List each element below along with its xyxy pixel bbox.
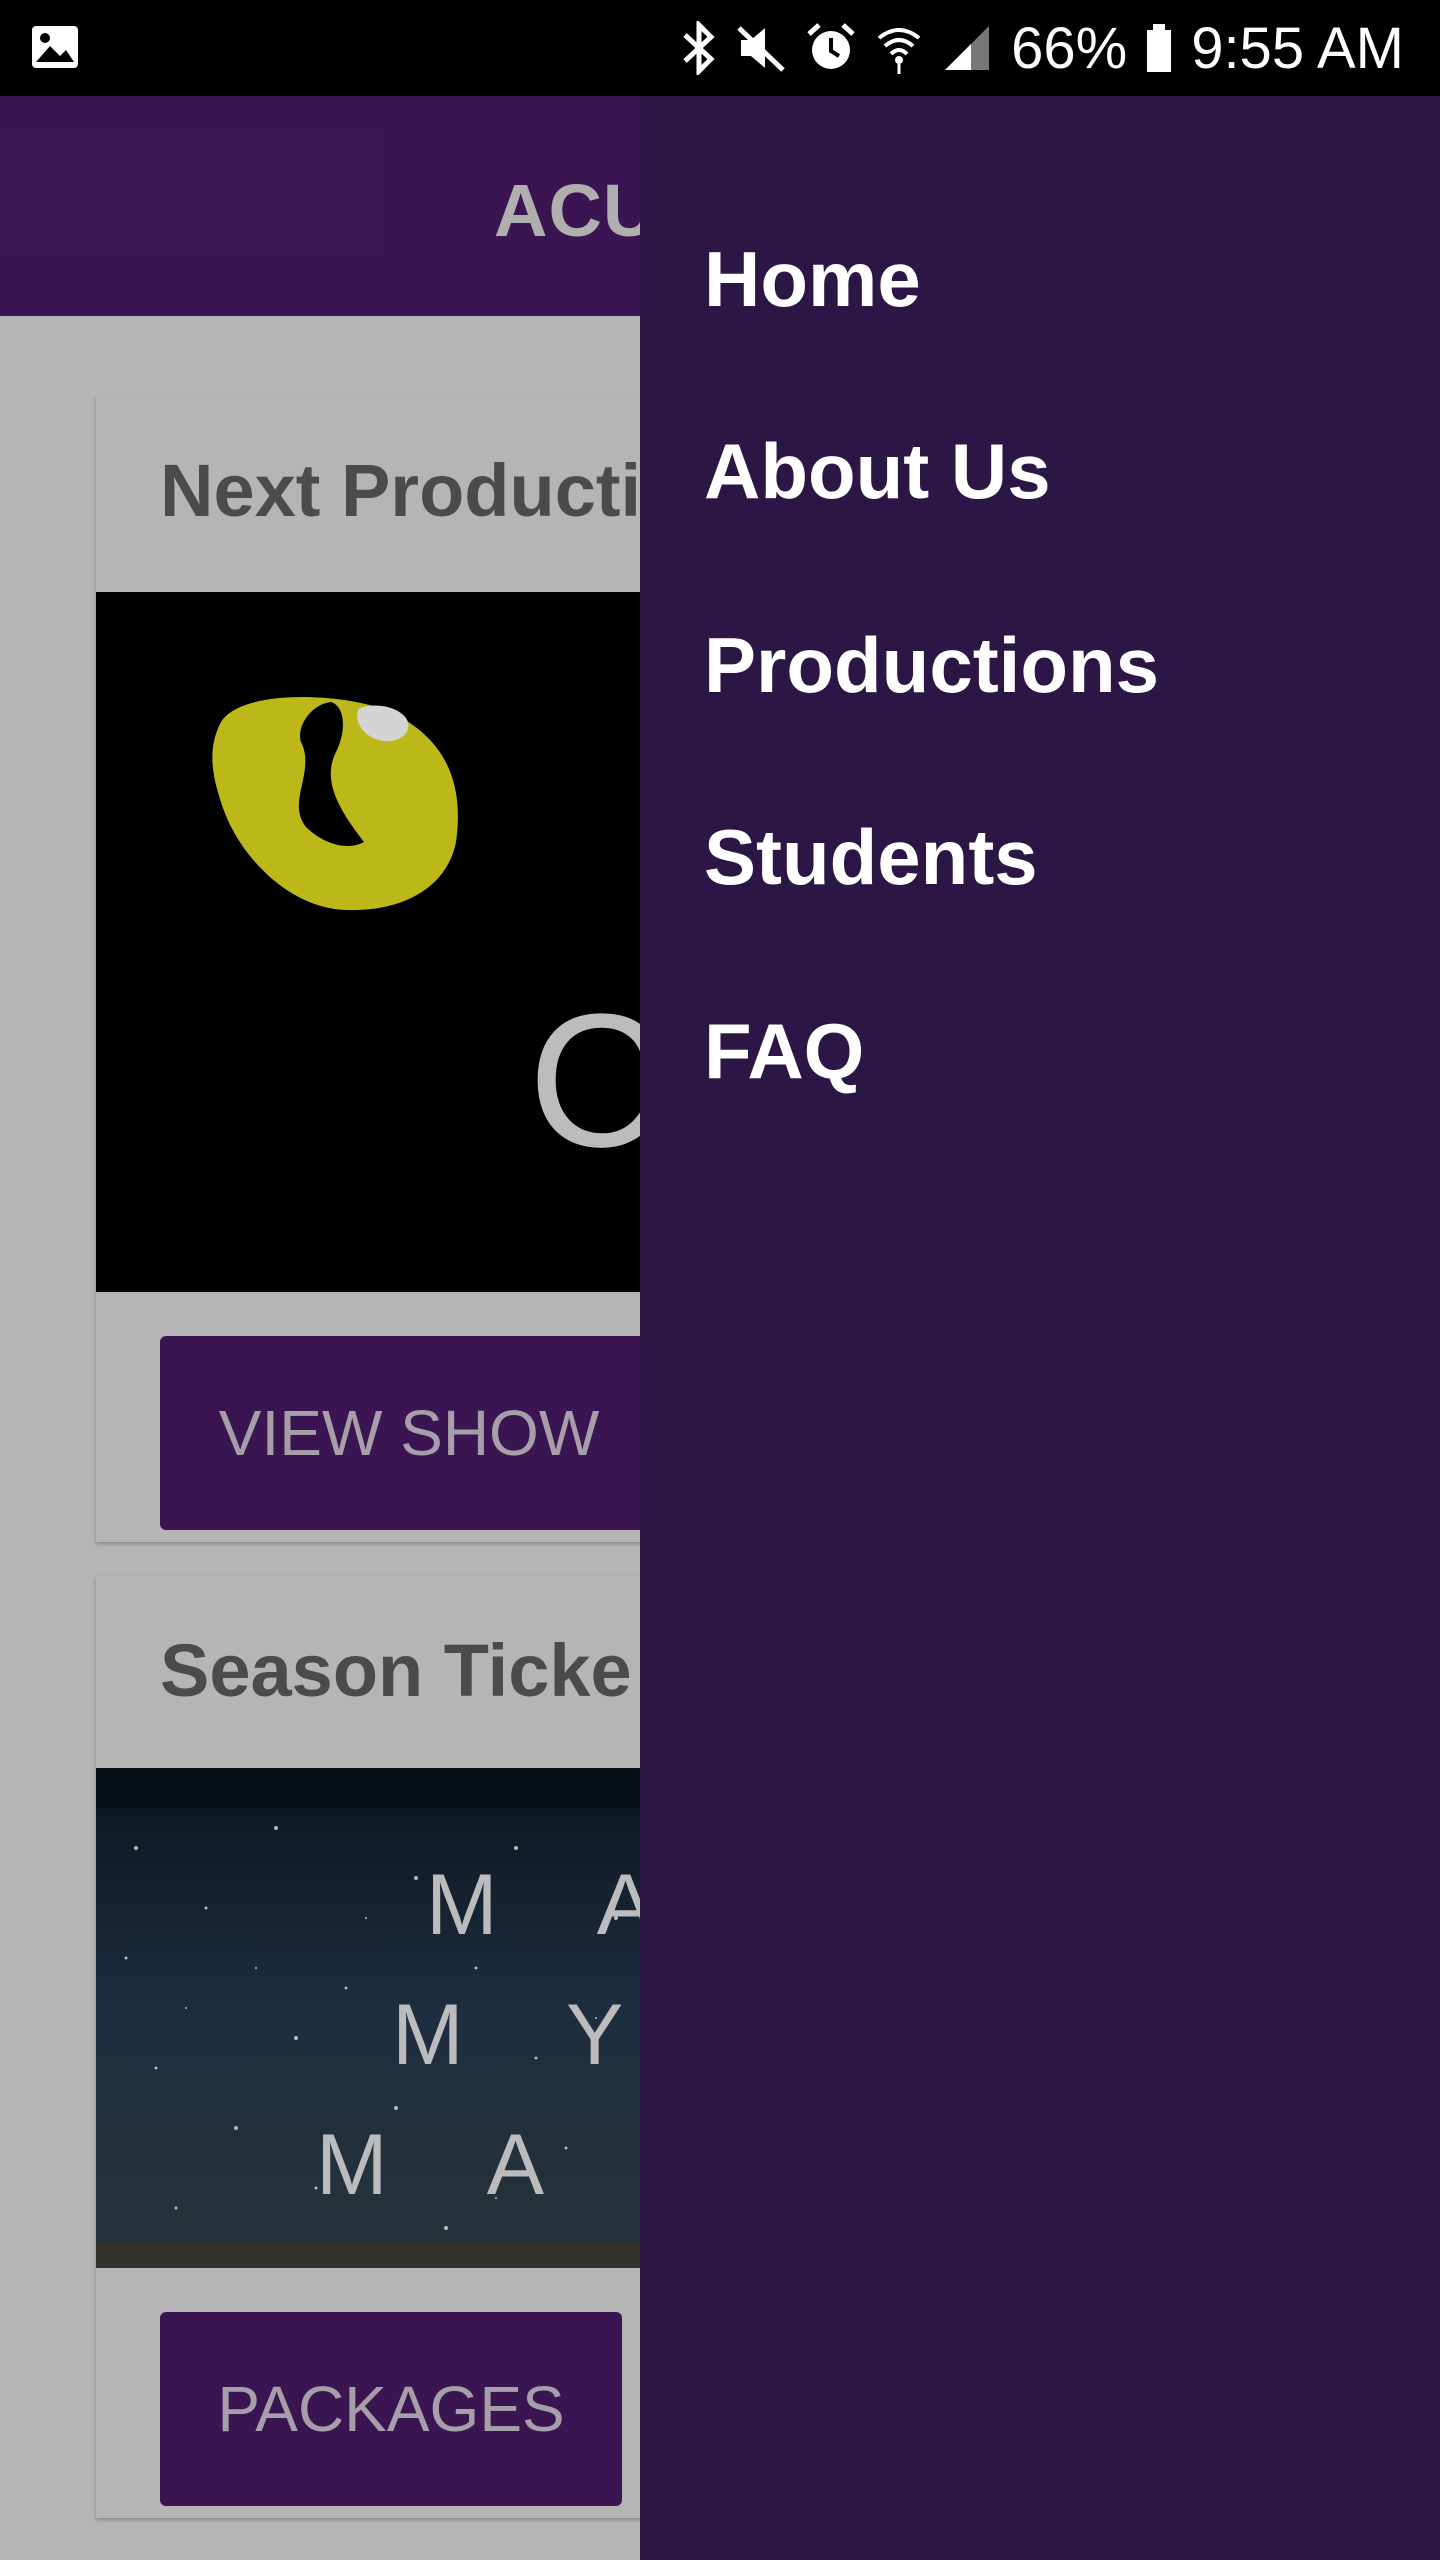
alarm-icon: [805, 22, 857, 74]
navigation-drawer: Home About Us Productions Students FAQ: [640, 96, 1440, 2560]
app-title: ACU: [494, 169, 658, 252]
bluetooth-icon: [681, 21, 717, 75]
battery-percent: 66%: [1011, 15, 1128, 81]
wifi-icon: [875, 22, 923, 74]
card-title: Season Ticke: [160, 1629, 632, 1712]
clock: 9:55 AM: [1191, 15, 1404, 81]
drawer-item-about-us[interactable]: About Us: [704, 426, 1051, 517]
drawer-item-home[interactable]: Home: [704, 234, 921, 325]
packages-button[interactable]: PACKAGES: [160, 2312, 622, 2506]
mute-icon: [735, 22, 787, 74]
status-bar: 66% 9:55 AM: [0, 0, 1440, 96]
signal-icon: [941, 22, 993, 74]
card-title: Next Producti: [160, 449, 642, 532]
battery-icon: [1145, 22, 1173, 74]
drawer-item-productions[interactable]: Productions: [704, 620, 1159, 711]
drawer-item-students[interactable]: Students: [704, 812, 1038, 903]
view-show-button[interactable]: VIEW SHOW: [160, 1336, 658, 1530]
image-notification-icon: [30, 22, 80, 77]
drawer-item-faq[interactable]: FAQ: [704, 1006, 864, 1097]
